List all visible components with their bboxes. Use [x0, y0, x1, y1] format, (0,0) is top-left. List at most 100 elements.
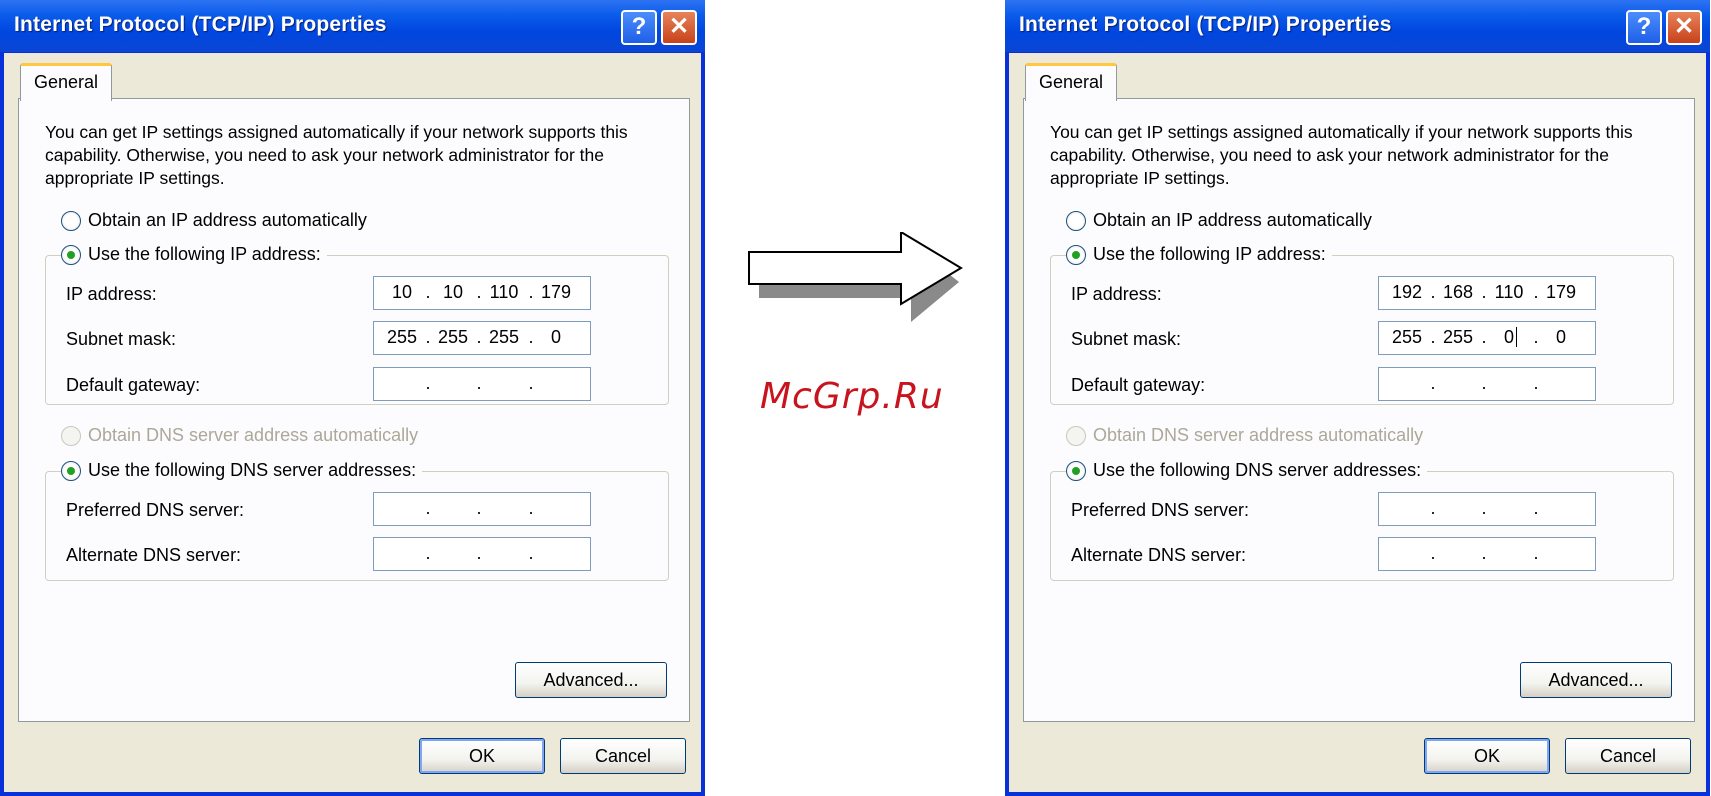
ip-address-input[interactable]: 10 . 10 . 110 . 179	[373, 276, 591, 310]
close-button[interactable]: ✕	[661, 10, 697, 45]
octet-1: 10	[391, 282, 413, 302]
octet-separator: .	[425, 373, 431, 393]
octet-separator: .	[425, 327, 431, 347]
subnet-mask-label: Subnet mask:	[66, 329, 177, 349]
default-gateway-input[interactable]: . . .	[373, 367, 591, 401]
tab-general[interactable]: General	[1025, 63, 1117, 101]
default-gateway-label: Default gateway:	[1071, 375, 1206, 395]
dns-group: Preferred DNS server: . . . Alternate DN…	[1050, 471, 1674, 581]
help-button[interactable]: ?	[1626, 10, 1662, 45]
ip-address-label: IP address:	[1071, 284, 1162, 304]
octet-3: 110	[489, 282, 519, 302]
octet-4: 179	[1545, 282, 1577, 302]
ip-address-input[interactable]: 192 . 168 . 110 . 179	[1378, 276, 1596, 310]
octet-3: 255	[488, 327, 520, 347]
octet-separator: .	[425, 498, 431, 518]
octet-2: 10	[442, 282, 464, 302]
intro-text: You can get IP settings assigned automat…	[45, 122, 628, 188]
octet-separator: .	[425, 282, 431, 302]
octet-separator: .	[1481, 282, 1487, 302]
cancel-button[interactable]: Cancel	[560, 738, 686, 774]
dns-group: Preferred DNS server: . . . Alternate DN…	[45, 471, 669, 581]
radio-label: Use the following IP address:	[88, 244, 321, 264]
tcpip-dialog-after: Internet Protocol (TCP/IP) Properties ? …	[1005, 0, 1710, 796]
subnet-mask-label: Subnet mask:	[1071, 329, 1182, 349]
alternate-dns-label: Alternate DNS server:	[1071, 545, 1247, 565]
preferred-dns-input[interactable]: . . .	[373, 492, 591, 526]
octet-separator: .	[425, 543, 431, 563]
radio-circle-disabled	[1066, 425, 1086, 446]
radio-obtain-ip-auto[interactable]: Obtain an IP address automatically	[61, 210, 373, 231]
title-bar: Internet Protocol (TCP/IP) Properties ? …	[0, 0, 705, 53]
tab-general[interactable]: General	[20, 63, 112, 101]
radio-circle-selected	[61, 460, 81, 481]
octet-separator: .	[476, 498, 482, 518]
text-caret	[1516, 327, 1517, 347]
subnet-mask-input[interactable]: 255 . 255 . 0 . 0	[1378, 321, 1596, 355]
octet-separator: .	[528, 498, 534, 518]
octet-separator: .	[1533, 543, 1539, 563]
radio-label: Use the following DNS server addresses:	[1093, 460, 1422, 480]
octet-4: 0	[1555, 327, 1566, 347]
preferred-dns-input[interactable]: . . .	[1378, 492, 1596, 526]
octet-separator: .	[1430, 327, 1436, 347]
default-gateway-input[interactable]: . . .	[1378, 367, 1596, 401]
octet-1: 192	[1391, 282, 1423, 302]
radio-circle-selected	[1066, 244, 1086, 265]
intro-text: You can get IP settings assigned automat…	[1050, 122, 1633, 188]
octet-separator: .	[1481, 373, 1487, 393]
advanced-button[interactable]: Advanced...	[515, 662, 667, 698]
octet-separator: .	[1430, 282, 1436, 302]
radio-circle	[1066, 210, 1086, 231]
octet-4: 0	[550, 327, 561, 347]
radio-obtain-dns-auto: Obtain DNS server address automatically	[61, 425, 425, 446]
radio-circle-selected	[61, 244, 81, 265]
dialog-title: Internet Protocol (TCP/IP) Properties	[14, 13, 387, 36]
octet-separator: .	[528, 543, 534, 563]
subnet-mask-input[interactable]: 255 . 255 . 255 . 0	[373, 321, 591, 355]
octet-separator: .	[528, 327, 534, 347]
dialog-title: Internet Protocol (TCP/IP) Properties	[1019, 13, 1392, 36]
general-panel: You can get IP settings assigned automat…	[1023, 98, 1695, 722]
octet-separator: .	[528, 282, 534, 302]
preferred-dns-label: Preferred DNS server:	[66, 500, 245, 520]
radio-use-following-ip[interactable]: Use the following IP address:	[61, 244, 327, 265]
octet-separator: .	[528, 373, 534, 393]
radio-use-following-dns[interactable]: Use the following DNS server addresses:	[61, 460, 423, 481]
octet-separator: .	[476, 282, 482, 302]
radio-use-following-ip[interactable]: Use the following IP address:	[1066, 244, 1332, 265]
octet-1: 255	[386, 327, 418, 347]
octet-separator: .	[476, 373, 482, 393]
octet-separator: .	[1430, 373, 1436, 393]
radio-label: Use the following IP address:	[1093, 244, 1326, 264]
alternate-dns-input[interactable]: . . .	[1378, 537, 1596, 571]
radio-obtain-dns-auto: Obtain DNS server address automatically	[1066, 425, 1430, 446]
octet-separator: .	[1533, 373, 1539, 393]
ip-address-group: IP address: 10 . 10 . 110 . 179 Subnet m…	[45, 255, 669, 405]
radio-obtain-ip-auto[interactable]: Obtain an IP address automatically	[1066, 210, 1378, 231]
close-button[interactable]: ✕	[1666, 10, 1702, 45]
watermark: McGrp.Ru	[760, 376, 944, 417]
radio-label: Obtain DNS server address automatically	[88, 425, 419, 445]
title-bar: Internet Protocol (TCP/IP) Properties ? …	[1005, 0, 1710, 53]
radio-circle-disabled	[61, 425, 81, 446]
octet-3: 110	[1494, 282, 1524, 302]
radio-label: Obtain an IP address automatically	[88, 210, 367, 230]
ok-button[interactable]: OK	[1424, 738, 1550, 774]
preferred-dns-label: Preferred DNS server:	[1071, 500, 1250, 520]
octet-2: 255	[437, 327, 469, 347]
radio-use-following-dns[interactable]: Use the following DNS server addresses:	[1066, 460, 1428, 481]
radio-label: Obtain DNS server address automatically	[1093, 425, 1424, 445]
octet-separator: .	[1481, 543, 1487, 563]
octet-separator: .	[1430, 543, 1436, 563]
octet-separator: .	[1481, 498, 1487, 518]
tcpip-dialog-before: Internet Protocol (TCP/IP) Properties ? …	[0, 0, 705, 796]
alternate-dns-label: Alternate DNS server:	[66, 545, 242, 565]
octet-1: 255	[1391, 327, 1423, 347]
ok-button[interactable]: OK	[419, 738, 545, 774]
octet-separator: .	[1533, 498, 1539, 518]
cancel-button[interactable]: Cancel	[1565, 738, 1691, 774]
alternate-dns-input[interactable]: . . .	[373, 537, 591, 571]
advanced-button[interactable]: Advanced...	[1520, 662, 1672, 698]
help-button[interactable]: ?	[621, 10, 657, 45]
